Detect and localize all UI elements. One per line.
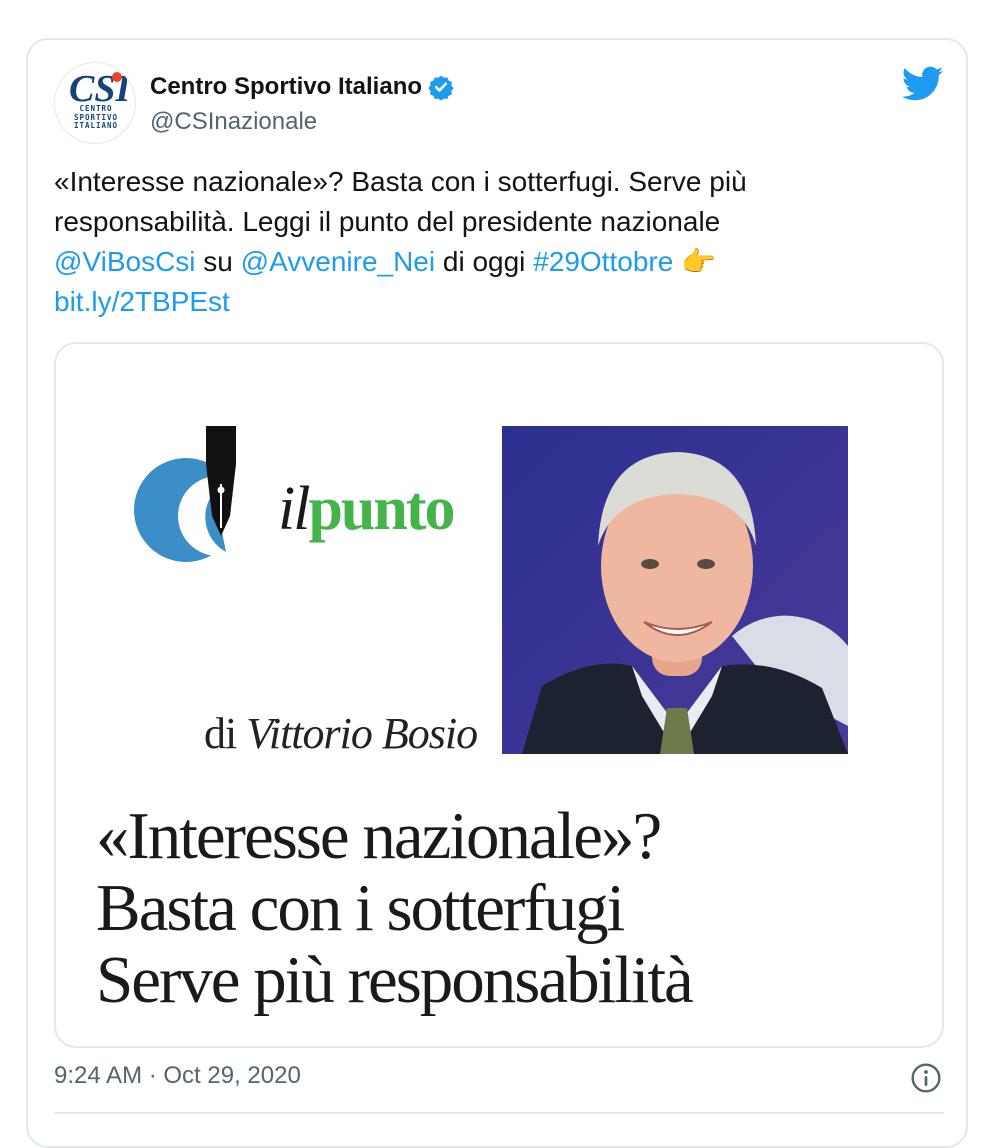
pointing-hand-emoji: 👉	[681, 246, 716, 277]
info-icon[interactable]	[910, 1062, 942, 1094]
tweet-header: CSI CENTRO SPORTIVO ITALIANO Centro Spor…	[54, 62, 944, 144]
mention-link[interactable]: @Avvenire_Nei	[241, 246, 435, 277]
headline-line: «Interesse nazionale»?	[96, 799, 662, 873]
wordmark-punto: punto	[308, 475, 455, 543]
mention-link[interactable]: @ViBosCsi	[54, 246, 196, 277]
avatar-caption: CENTRO SPORTIVO ITALIANO	[65, 104, 127, 131]
headline-line: Serve più responsabilità	[96, 943, 694, 1017]
tweet-text-fragment: su	[195, 246, 241, 277]
ilpunto-logo: ilpunto	[126, 424, 486, 584]
divider	[54, 1112, 944, 1114]
url-link[interactable]: bit.ly/2TBPEst	[54, 286, 230, 317]
account-handle[interactable]: @CSInazionale	[150, 108, 454, 136]
byline-prefix: di	[204, 709, 247, 758]
wordmark-il: il	[278, 475, 310, 543]
display-name[interactable]: Centro Sportivo Italiano	[150, 73, 422, 101]
portrait-photo	[502, 426, 848, 754]
fountain-pen-logo-icon	[134, 426, 258, 562]
csi-logo-icon: CSI	[69, 69, 127, 105]
avatar-caption-line: ITALIANO	[73, 121, 119, 130]
verified-badge-icon	[428, 75, 454, 100]
tweet-text-line: bit.ly/2TBPEst	[54, 282, 944, 322]
hashtag-link[interactable]: #29Ottobre	[533, 246, 673, 277]
name-row: Centro Sportivo Italiano	[150, 70, 454, 104]
tweet-card[interactable]: CSI CENTRO SPORTIVO ITALIANO Centro Spor…	[26, 38, 968, 1148]
account-names: Centro Sportivo Italiano @CSInazionale	[150, 70, 454, 136]
tweet-timestamp[interactable]: 9:24 AM · Oct 29, 2020	[54, 1062, 301, 1090]
twitter-bird-icon[interactable]	[902, 66, 944, 102]
tweet-text-line: «Interesse nazionale»? Basta con i sotte…	[54, 166, 747, 197]
ilpunto-wordmark: ilpunto	[278, 475, 456, 543]
headline-line: Basta con i sotterfugi	[96, 871, 625, 945]
tweet-text: «Interesse nazionale»? Basta con i sotte…	[54, 162, 944, 322]
avatar[interactable]: CSI CENTRO SPORTIVO ITALIANO	[54, 62, 136, 144]
media-image[interactable]: ilpunto di Vittorio Bosio «Interesse naz…	[54, 342, 944, 1048]
byline: di Vittorio Bosio	[204, 708, 478, 759]
tweet-text-fragment: di oggi	[435, 246, 534, 277]
article-headline: «Interesse nazionale»? Basta con i sotte…	[96, 800, 916, 1016]
tweet-text-line: responsabilità. Leggi il punto del presi…	[54, 206, 721, 237]
tweet-text-line: @ViBosCsi su @Avvenire_Nei di oggi #29Ot…	[54, 242, 944, 282]
byline-author: Vittorio Bosio	[246, 709, 478, 758]
